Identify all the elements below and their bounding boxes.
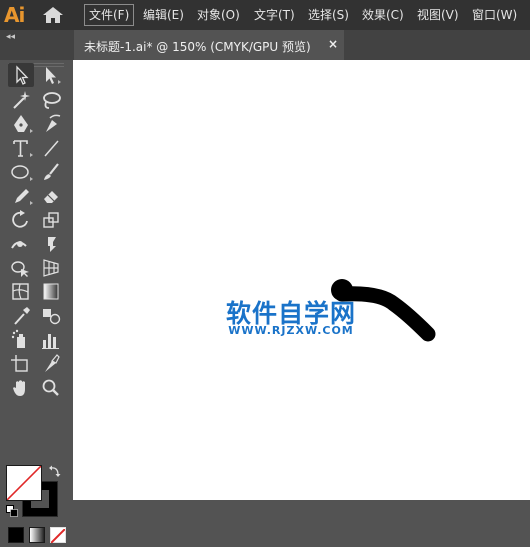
zoom-tool-icon[interactable] <box>38 376 64 400</box>
none-mode-button[interactable] <box>50 527 66 544</box>
selection-tool-icon[interactable] <box>8 63 34 87</box>
symbol-sprayer-tool-icon[interactable] <box>8 328 34 352</box>
pencil-tool-icon[interactable] <box>8 184 34 208</box>
menu-select[interactable]: 选择(S) <box>304 5 353 25</box>
collapse-panel-icon[interactable]: ◂◂ <box>6 32 15 42</box>
column-graph-tool-icon[interactable] <box>38 328 64 352</box>
tab-strip: ◂◂ 未标题-1.ai* @ 150% (CMYK/GPU 预览) × <box>0 30 530 60</box>
perspective-grid-tool-icon[interactable] <box>38 256 64 280</box>
default-fill-stroke-icon[interactable] <box>6 505 18 517</box>
gradient-tool-icon[interactable] <box>38 280 64 304</box>
width-tool-icon[interactable] <box>8 232 34 256</box>
menu-view[interactable]: 视图(V) <box>413 5 463 25</box>
app-logo: Ai <box>4 3 25 27</box>
menu-effect[interactable]: 效果(C) <box>358 5 408 25</box>
curvature-tool-icon[interactable] <box>38 112 64 136</box>
menu-edit[interactable]: 编辑(E) <box>139 5 188 25</box>
mesh-tool-icon[interactable] <box>8 280 34 304</box>
menu-object[interactable]: 对象(O) <box>193 5 244 25</box>
shape-builder-tool-icon[interactable] <box>8 256 34 280</box>
fill-color-swatch[interactable] <box>6 465 42 501</box>
slice-tool-icon[interactable] <box>38 352 64 376</box>
line-segment-tool-icon[interactable] <box>38 136 64 160</box>
artboard-canvas[interactable] <box>73 60 530 500</box>
pen-tool-icon[interactable] <box>8 112 34 136</box>
eraser-tool-icon[interactable] <box>38 184 64 208</box>
gradient-mode-button[interactable] <box>29 527 45 543</box>
watermark-url: WWW.RJZXW.COM <box>228 324 354 337</box>
hand-tool-icon[interactable] <box>8 376 34 400</box>
tools-panel <box>0 60 72 544</box>
close-icon[interactable]: × <box>328 37 338 51</box>
document-tab[interactable]: 未标题-1.ai* @ 150% (CMYK/GPU 预览) × <box>74 30 344 60</box>
puppet-warp-tool-icon[interactable] <box>38 232 64 256</box>
menu-type[interactable]: 文字(T) <box>250 5 299 25</box>
menu-window[interactable]: 窗口(W) <box>468 5 521 25</box>
rotate-tool-icon[interactable] <box>8 208 34 232</box>
color-mode-button[interactable] <box>8 527 24 543</box>
swap-fill-stroke-icon[interactable] <box>48 464 62 478</box>
lasso-tool-icon[interactable] <box>38 88 64 112</box>
type-tool-icon[interactable] <box>8 136 34 160</box>
paintbrush-tool-icon[interactable] <box>38 160 64 184</box>
menu-file[interactable]: 文件(F) <box>84 4 135 26</box>
artboard-tool-icon[interactable] <box>8 352 34 376</box>
scale-tool-icon[interactable] <box>38 208 64 232</box>
blend-tool-icon[interactable] <box>38 304 64 328</box>
eyedropper-tool-icon[interactable] <box>8 304 34 328</box>
ellipse-tool-icon[interactable] <box>8 160 34 184</box>
direct-selection-tool-icon[interactable] <box>38 63 64 87</box>
home-icon[interactable] <box>42 6 64 24</box>
menu-bar: Ai 文件(F) 编辑(E) 对象(O) 文字(T) 选择(S) 效果(C) 视… <box>0 0 530 30</box>
magic-wand-tool-icon[interactable] <box>8 88 34 112</box>
document-tab-title: 未标题-1.ai* @ 150% (CMYK/GPU 预览) <box>84 40 311 54</box>
